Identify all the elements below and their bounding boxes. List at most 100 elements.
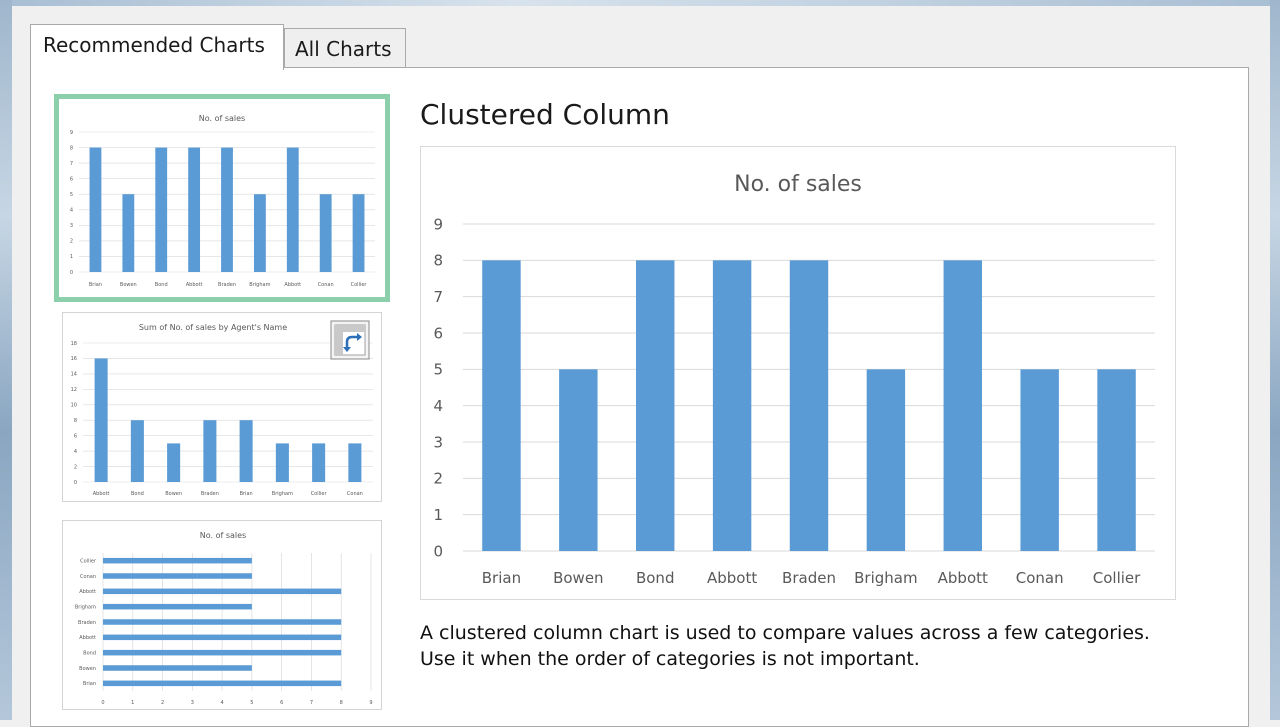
x-tick-label: 8: [340, 700, 343, 706]
y-tick-label: Bowen: [79, 666, 96, 672]
y-tick-label: 6: [70, 176, 73, 182]
bar: [221, 147, 233, 272]
y-tick-label: 4: [433, 397, 443, 415]
y-tick-label: 2: [70, 239, 73, 245]
bar: [103, 619, 342, 625]
x-tick-label: Collier: [351, 282, 368, 288]
x-tick-label: 7: [310, 700, 313, 706]
x-tick-label: Conan: [347, 491, 363, 497]
pivot-chart-icon: [330, 320, 370, 360]
bar: [348, 443, 362, 482]
x-tick-label: Bond: [636, 569, 675, 587]
y-tick-label: Brian: [83, 681, 96, 687]
bar: [943, 260, 982, 551]
window-frame-left: [0, 0, 12, 720]
x-tick-label: Braden: [201, 491, 219, 497]
y-tick-label: Braden: [78, 620, 96, 626]
y-tick-label: 3: [70, 223, 73, 229]
y-tick-label: 2: [433, 470, 443, 488]
bar: [352, 194, 365, 272]
bar: [253, 194, 266, 272]
window-frame-right: [1270, 0, 1280, 720]
bar: [103, 680, 342, 687]
y-tick-label: Collier: [80, 558, 97, 564]
bar: [275, 443, 289, 482]
description-line-1: A clustered column chart is used to comp…: [420, 622, 1150, 644]
x-tick-label: Brian: [89, 282, 102, 288]
y-tick-label: 7: [433, 288, 443, 306]
recommended-chart-clustered-column[interactable]: No. of sales 0 1 2 3 4 5 6 7 8 9 Brian Bowen Bond Abbo…: [54, 94, 390, 302]
chart-title: No. of sales: [200, 531, 246, 540]
chart-type-title: Clustered Column: [420, 98, 670, 131]
x-tick-label: 0: [101, 700, 104, 706]
bar: [312, 443, 326, 482]
bar: [155, 147, 168, 272]
bar: [103, 573, 252, 579]
x-tick-label: Brian: [240, 491, 253, 497]
x-tick-label: 3: [191, 700, 194, 706]
x-tick-label: Brigham: [854, 569, 917, 587]
y-tick-label: 0: [433, 542, 443, 560]
y-tick-label: 5: [70, 192, 73, 198]
y-tick-label: Abbott: [79, 635, 96, 641]
y-tick-label: 14: [71, 372, 77, 378]
chart-title: Sum of No. of sales by Agent's Name: [139, 323, 287, 332]
bar: [103, 634, 342, 641]
bar: [103, 665, 252, 671]
y-tick-label: 0: [70, 270, 73, 276]
bar: [103, 557, 252, 564]
y-tick-label: 8: [74, 418, 77, 424]
y-tick-label: 9: [70, 130, 73, 136]
bar: [319, 194, 332, 272]
bar: [286, 147, 299, 272]
bar: [167, 443, 181, 482]
x-tick-label: Bond: [131, 491, 144, 497]
x-tick-label: 4: [221, 700, 224, 706]
bar: [203, 420, 217, 482]
bar: [482, 260, 521, 551]
bar: [712, 260, 752, 551]
tab-all-charts[interactable]: All Charts: [284, 28, 406, 68]
y-tick-label: 5: [433, 361, 443, 379]
bar: [188, 147, 201, 272]
y-tick-label: 10: [71, 403, 77, 409]
x-tick-label: 5: [250, 700, 253, 706]
chart-description: A clustered column chart is used to comp…: [420, 620, 1240, 672]
chart-title: No. of sales: [734, 172, 862, 197]
bar: [1097, 369, 1136, 551]
x-tick-label: Braden: [782, 569, 836, 587]
bar: [103, 603, 252, 610]
x-tick-label: Conan: [318, 282, 334, 288]
y-tick-label: 0: [74, 480, 77, 486]
y-tick-label: 12: [71, 387, 77, 393]
bar: [636, 260, 675, 551]
x-tick-label: Collier: [311, 491, 328, 497]
x-tick-label: 1: [131, 700, 134, 706]
y-tick-label: 9: [433, 215, 443, 233]
y-tick-label: 18: [71, 341, 77, 347]
x-tick-label: 9: [369, 700, 372, 706]
x-tick-label: Bond: [155, 282, 168, 288]
x-tick-label: Abbott: [186, 282, 203, 288]
y-tick-label: Abbott: [79, 589, 96, 595]
y-tick-label: Conan: [80, 574, 96, 580]
bar: [103, 588, 342, 595]
y-tick-label: 4: [74, 449, 77, 455]
x-tick-label: Bowen: [120, 282, 137, 288]
y-tick-label: Brigham: [75, 604, 96, 610]
x-tick-label: 2: [161, 700, 164, 706]
x-tick-label: Bowen: [553, 569, 603, 587]
y-tick-label: 8: [70, 145, 73, 151]
bar: [103, 649, 342, 656]
x-tick-label: Abbott: [707, 569, 757, 587]
bar: [1020, 369, 1059, 551]
x-tick-label: Collier: [1093, 569, 1141, 587]
tab-recommended-charts[interactable]: Recommended Charts: [30, 24, 284, 70]
x-tick-label: Brigham: [272, 491, 293, 497]
y-tick-label: 6: [433, 324, 443, 342]
x-tick-label: Abbott: [938, 569, 988, 587]
y-tick-label: 2: [74, 464, 77, 470]
recommended-chart-clustered-bar[interactable]: No. of sales 0 1 2 3 4 5 6 7 8 9 Brian Bowen Bond Abbo…: [62, 520, 382, 710]
y-tick-label: 3: [433, 433, 443, 451]
y-tick-label: Bond: [83, 650, 96, 656]
